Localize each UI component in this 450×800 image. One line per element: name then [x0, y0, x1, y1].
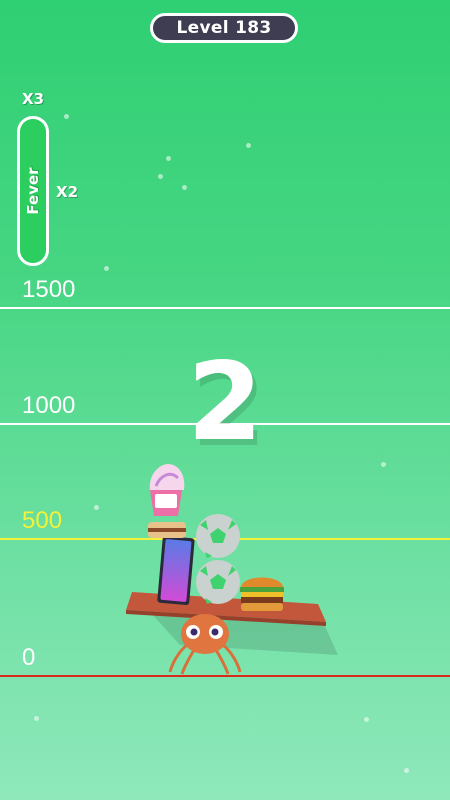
soccer-ball-top: [196, 514, 240, 558]
ice-cream-object: [148, 464, 186, 538]
burger-object: [240, 577, 284, 611]
soccer-ball-bottom: [196, 560, 240, 604]
phone-object: [157, 535, 195, 606]
balance-scene: [126, 464, 338, 675]
